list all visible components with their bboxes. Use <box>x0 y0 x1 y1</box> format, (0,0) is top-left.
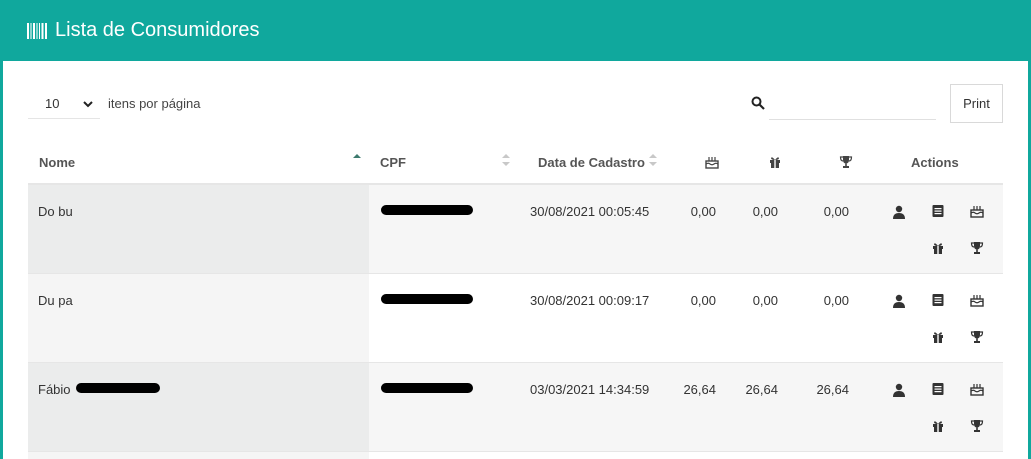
page-title-text: Lista de Consumidores <box>55 19 260 41</box>
list-icon[interactable] <box>931 204 945 218</box>
consumers-panel: Lista de Consumidores 10 itens por págin… <box>0 0 1031 459</box>
page-length-label: itens por página <box>108 96 201 111</box>
cell-data-cadastro: 30/08/2021 00:05:45 <box>530 204 650 219</box>
cpf-redacted <box>381 383 473 393</box>
list-icon[interactable] <box>931 293 945 307</box>
sort-icon[interactable] <box>649 153 657 167</box>
gift-icon[interactable] <box>931 330 945 344</box>
column-header-cpf[interactable]: CPF <box>380 155 406 170</box>
trophy-icon[interactable] <box>970 419 984 433</box>
panel-header: Lista de Consumidores <box>3 0 1028 61</box>
cpf-redacted <box>381 205 473 215</box>
sort-asc-icon[interactable] <box>353 153 361 167</box>
cell-value-1: 0,00 <box>690 293 716 308</box>
column-header-data-cadastro[interactable]: Data de Cadastro <box>538 155 645 170</box>
table-row: Du pa 30/08/2021 00:09:17 0,00 0,00 0,00 <box>28 274 1003 363</box>
cake-icon[interactable] <box>970 293 984 307</box>
chevron-down-icon <box>83 101 93 108</box>
column-header-nome[interactable]: Nome <box>39 155 75 170</box>
page-title: Lista de Consumidores <box>27 19 260 42</box>
cell-value-1: 0,00 <box>690 204 716 219</box>
gift-icon[interactable] <box>931 241 945 255</box>
trophy-icon[interactable] <box>970 330 984 344</box>
cell-value-2: 26,64 <box>745 382 778 397</box>
cpf-redacted <box>381 294 473 304</box>
cell-value-1: 26,64 <box>683 382 716 397</box>
gift-icon[interactable] <box>931 419 945 433</box>
table-header: Nome CPF Data de Cadastro Actions <box>28 141 1003 185</box>
cake-icon[interactable] <box>970 382 984 396</box>
user-icon[interactable] <box>892 205 906 219</box>
gift-icon[interactable] <box>768 155 782 169</box>
cell-value-2: 0,00 <box>752 293 778 308</box>
cell-value-2: 0,00 <box>752 204 778 219</box>
page-length-select[interactable]: 10 <box>28 89 100 119</box>
print-button[interactable]: Print <box>950 84 1003 123</box>
column-header-actions: Actions <box>911 155 959 170</box>
user-icon[interactable] <box>892 294 906 308</box>
user-icon[interactable] <box>892 383 906 397</box>
cell-nome: Fábio <box>38 382 71 397</box>
list-icon[interactable] <box>931 382 945 396</box>
cell-value-3: 0,00 <box>823 293 849 308</box>
cell-data-cadastro: 03/03/2021 14:34:59 <box>530 382 650 397</box>
cell-value-3: 26,64 <box>816 382 849 397</box>
cell-data-cadastro: 30/08/2021 00:09:17 <box>530 293 650 308</box>
cake-icon[interactable] <box>970 204 984 218</box>
page-length-value: 10 <box>45 96 60 111</box>
barcode-icon <box>27 22 47 39</box>
table-row <box>28 452 1003 459</box>
cake-icon[interactable] <box>705 155 719 169</box>
search-input[interactable] <box>769 88 936 120</box>
table-row: Fábio 03/03/2021 14:34:59 26,64 26,64 26… <box>28 363 1003 452</box>
trophy-icon[interactable] <box>970 241 984 255</box>
sort-icon[interactable] <box>502 153 510 167</box>
table-controls: 10 itens por página Print <box>3 61 1028 141</box>
cell-nome: Du pa <box>38 293 73 308</box>
name-redacted <box>76 383 160 393</box>
trophy-icon[interactable] <box>839 155 853 169</box>
table-row: Do bu 30/08/2021 00:05:45 0,00 0,00 0,00 <box>28 185 1003 274</box>
cell-value-3: 0,00 <box>823 204 849 219</box>
cell-nome: Do bu <box>38 204 73 219</box>
search-icon <box>751 96 765 110</box>
